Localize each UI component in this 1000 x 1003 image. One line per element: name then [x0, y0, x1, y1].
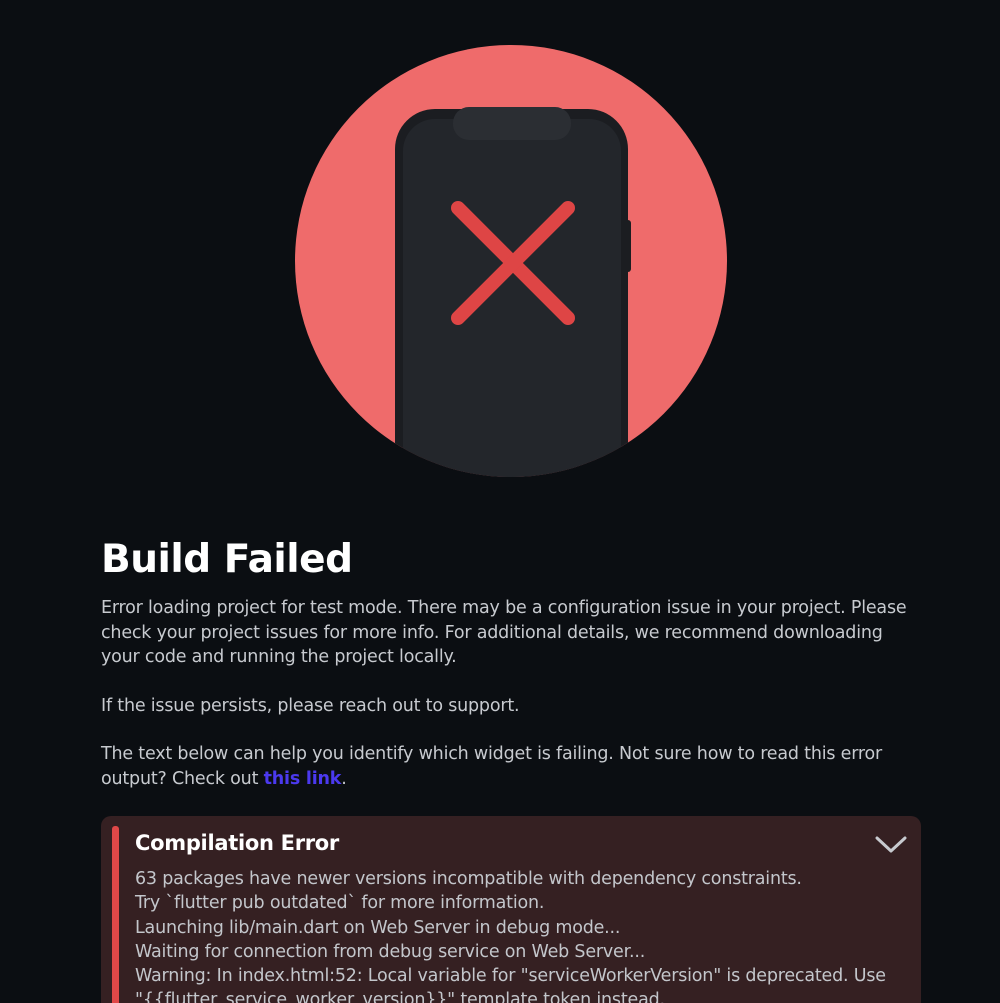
- error-log: 63 packages have newer versions incompat…: [135, 867, 905, 1003]
- phone-notch: [453, 107, 571, 140]
- log-line: Try `flutter pub outdated` for more info…: [135, 893, 545, 914]
- help-link[interactable]: this link: [264, 769, 342, 789]
- help-note-prefix: The text below can help you identify whi…: [101, 744, 883, 789]
- log-line: Warning: In index.html:52: Local variabl…: [135, 966, 886, 987]
- error-accent-bar: [112, 826, 119, 1003]
- page-title: Build Failed: [101, 537, 353, 582]
- phone-error-icon: [295, 45, 727, 477]
- phone-screen: [403, 119, 621, 477]
- help-note-suffix: .: [341, 768, 347, 789]
- support-note: If the issue persists, please reach out …: [101, 695, 520, 716]
- error-description: Error loading project for test mode. The…: [101, 598, 907, 667]
- log-line: Launching lib/main.dart on Web Server in…: [135, 917, 621, 938]
- log-line: "{{flutter_service_worker_version}}" tem…: [135, 990, 665, 1003]
- message-content: Build Failed Error loading project for t…: [101, 535, 921, 791]
- log-line: 63 packages have newer versions incompat…: [135, 869, 802, 889]
- help-note: The text below can help you identify whi…: [101, 742, 921, 791]
- compilation-error-panel: Compilation Error 63 packages have newer…: [101, 816, 921, 1003]
- build-failed-page: Build Failed Error loading project for t…: [0, 0, 1000, 1003]
- error-panel-title: Compilation Error: [135, 831, 339, 855]
- chevron-down-icon[interactable]: [873, 830, 909, 858]
- log-line: Waiting for connection from debug servic…: [135, 941, 646, 962]
